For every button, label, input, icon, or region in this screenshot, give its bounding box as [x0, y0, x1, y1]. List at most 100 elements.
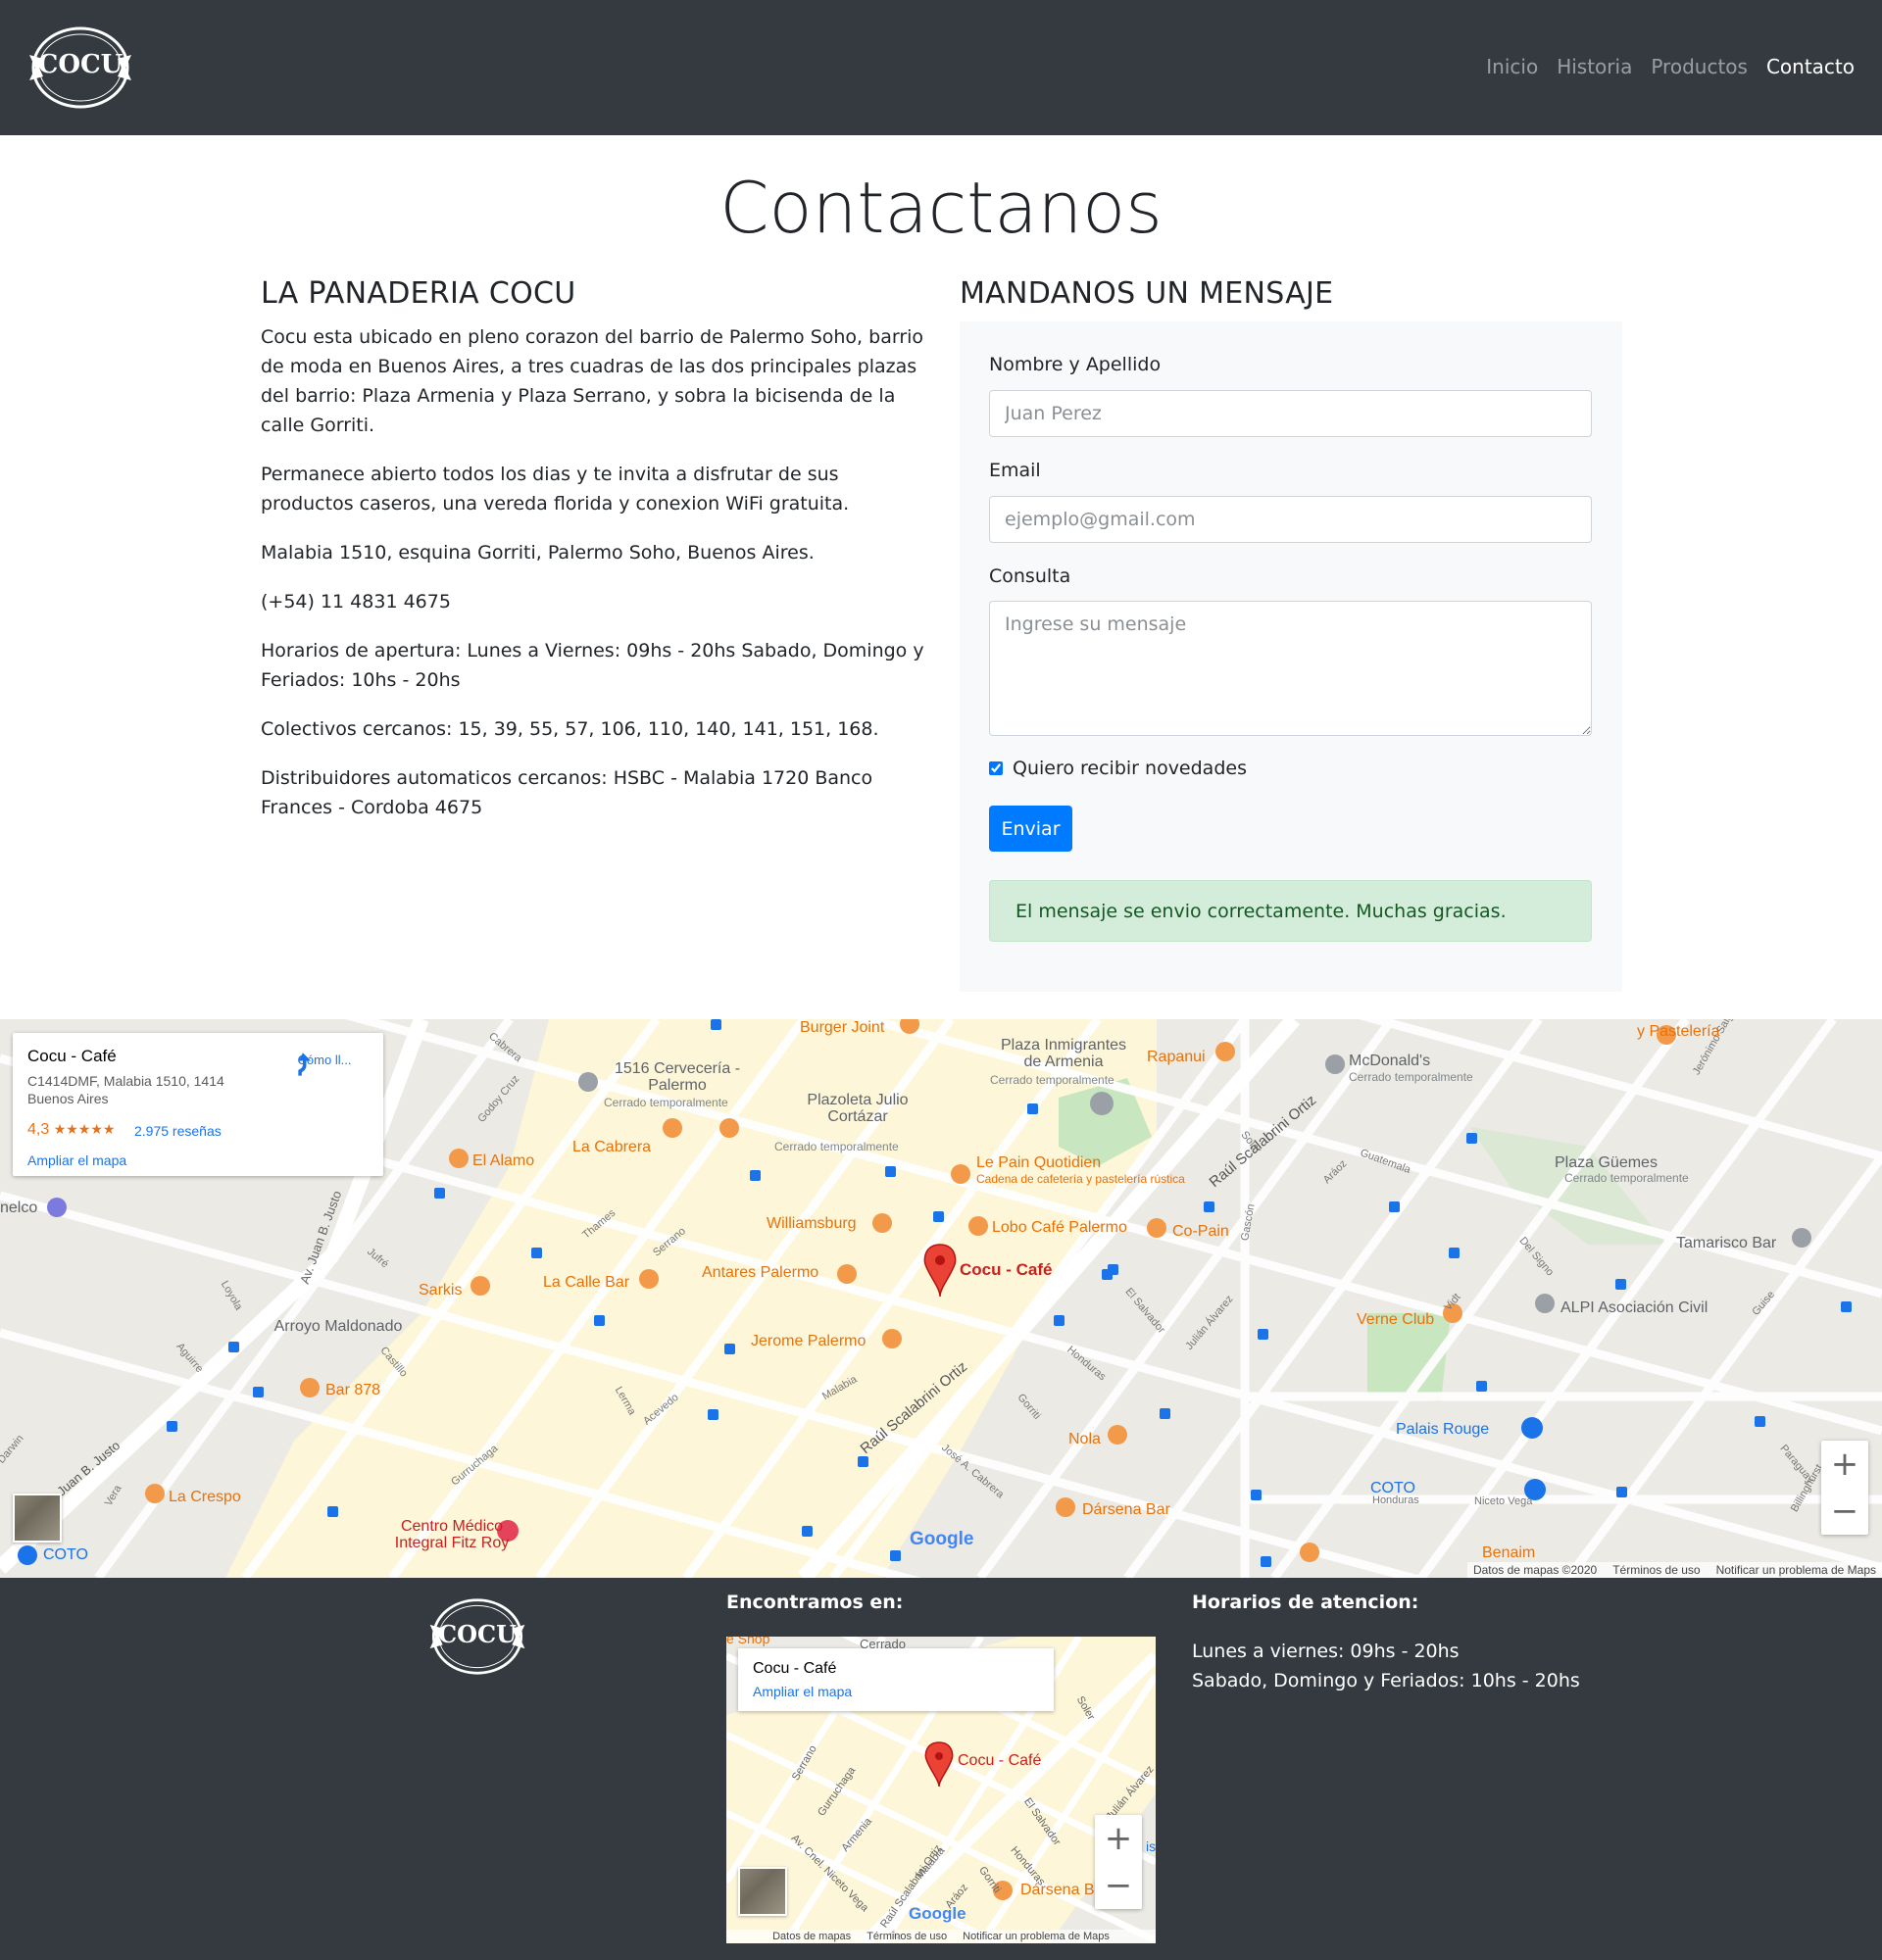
google-logo-text: Google — [910, 1529, 974, 1549]
map-place-label[interactable]: El Alamo — [472, 1152, 534, 1170]
map-expand-link[interactable]: Ampliar el mapa — [27, 1152, 126, 1168]
about-section: LA PANADERIA COCU Cocu esta ubicado en p… — [261, 276, 927, 842]
map-place-label[interactable]: Palais Rouge — [1396, 1421, 1489, 1439]
footer-map-marker-label[interactable]: Cocu - Café — [958, 1752, 1041, 1770]
footer-satellite-toggle[interactable] — [738, 1867, 787, 1916]
footer-map-terms-link[interactable]: Términos de uso — [867, 1931, 947, 1942]
map-place-label[interactable]: Plazoleta Julio Cortázar — [784, 1092, 931, 1125]
map-place-label[interactable]: Rapanui — [1147, 1049, 1206, 1066]
map-place-label[interactable]: COTO — [43, 1546, 88, 1564]
map-place-address: C1414DMF, Malabia 1510, 1414 Buenos Aire… — [27, 1073, 224, 1106]
footer-map-place-label[interactable]: Dársena B — [1020, 1882, 1095, 1899]
navbar: COCU Inicio Historia Productos Contacto — [0, 0, 1882, 135]
map-place-label[interactable]: Arroyo Maldonado — [265, 1318, 412, 1335]
map-place-label[interactable]: Cadena de cafetería y pastelería rústica — [976, 1172, 1185, 1186]
map-place-label[interactable]: La Calle Bar — [543, 1274, 629, 1292]
about-hours: Horarios de apertura: Lunes a Viernes: 0… — [261, 640, 924, 691]
map-place-label[interactable]: Lobo Café Palermo — [992, 1219, 1127, 1237]
map-terms-link[interactable]: Términos de uso — [1612, 1563, 1700, 1577]
footer-hours-weekdays: Lunes a viernes: 09hs - 20hs — [1192, 1641, 1460, 1662]
map-place-label[interactable]: Bar 878 — [325, 1382, 380, 1399]
map-place-label[interactable]: Verne Club — [1357, 1311, 1434, 1329]
map-directions-button[interactable]: Cómo ll... — [289, 1051, 360, 1076]
newsletter-label: Quiero recibir novedades — [1013, 758, 1247, 779]
map-place-label[interactable]: Benaim — [1482, 1544, 1535, 1562]
footer-map-place-label[interactable]: e Shop — [726, 1637, 769, 1646]
map-place-label[interactable]: ALPI Asociación Civil — [1560, 1299, 1708, 1317]
map-street-label: Honduras — [1372, 1494, 1419, 1506]
footer-map-place-label[interactable]: is — [1146, 1838, 1156, 1854]
map-place-label[interactable]: McDonald's — [1349, 1053, 1430, 1070]
map-place-label[interactable]: Centro Médico Integral Fitz Roy — [378, 1518, 525, 1551]
map-place-label[interactable]: 1516 Cervecería - Palermo — [604, 1060, 751, 1094]
footer: COCU Encontramos en: e Shop Cerrado Dársen… — [0, 1578, 1882, 1960]
footer-logo[interactable]: COCU — [425, 1597, 529, 1676]
newsletter-checkbox[interactable] — [989, 761, 1003, 775]
map-footer: Datos de mapas ©2020 Términos de uso Not… — [1466, 1562, 1882, 1578]
footer-hours: Lunes a viernes: 09hs - 20hs Sabado, Dom… — [1192, 1637, 1580, 1695]
map-place-label[interactable]: Sarkis — [419, 1282, 462, 1299]
map-place-label[interactable]: Plaza Güemes — [1555, 1154, 1658, 1172]
map-street-label: Niceto Vega — [1474, 1495, 1533, 1507]
map-marker-label[interactable]: Cocu - Café — [960, 1260, 1052, 1280]
message-label: Consulta — [989, 565, 1071, 587]
footer-logo-text: COCU — [437, 1620, 518, 1648]
map-place-rating: 4,3 ★★★★★ — [27, 1121, 115, 1139]
map-place-label[interactable]: Cerrado temporalmente — [1349, 1070, 1473, 1084]
map-place-label[interactable]: Nola — [1068, 1431, 1101, 1448]
footer-map-footer: Datos de mapas Términos de uso Notificar… — [726, 1930, 1156, 1943]
map-place-label[interactable]: Le Pain Quotidien — [976, 1154, 1101, 1172]
email-input[interactable] — [989, 496, 1592, 543]
map-place-label[interactable]: Tamarisco Bar — [1676, 1235, 1776, 1252]
cocu-logo-text: COCU — [37, 50, 124, 79]
cocu-logo[interactable]: COCU — [25, 25, 135, 110]
map-place-label[interactable]: La Crespo — [169, 1489, 241, 1506]
map-report-link[interactable]: Notificar un problema de Maps — [1716, 1563, 1876, 1577]
footer-map[interactable]: e Shop Cerrado Dársena Bis Soler Serrano Gurr… — [726, 1637, 1156, 1943]
footer-map-report-link[interactable]: Notificar un problema de Maps — [963, 1931, 1110, 1942]
nav-link-historia[interactable]: Historia — [1557, 55, 1632, 78]
map-place-label[interactable]: Plaza Inmigrantes de Armenia — [990, 1037, 1137, 1070]
map-data-credit: Datos de mapas ©2020 — [1472, 1563, 1598, 1577]
message-textarea[interactable] — [989, 601, 1592, 736]
map-rating-value: 4,3 — [27, 1121, 50, 1138]
map-place-label[interactable]: nelco — [0, 1200, 37, 1217]
map-rating-stars: ★★★★★ — [53, 1121, 116, 1137]
map-place-label[interactable]: Cerrado temporalmente — [604, 1096, 728, 1109]
about-intro: Cocu esta ubicado en pleno corazon del b… — [261, 326, 924, 436]
map-place-label[interactable]: La Cabrera — [572, 1139, 651, 1156]
map-place-label[interactable]: Cerrado temporalmente — [774, 1140, 899, 1153]
map-place-label[interactable]: Co-Pain — [1172, 1223, 1229, 1241]
name-input[interactable] — [989, 390, 1592, 437]
embedded-map[interactable]: Burger Joint Plaza Inmigrantes de Armenia… — [0, 1019, 1882, 1578]
map-place-label[interactable]: Williamsburg — [767, 1215, 857, 1233]
map-place-label[interactable]: Cerrado temporalmente — [990, 1073, 1114, 1087]
footer-map-data-credit: Datos de mapas — [772, 1931, 852, 1942]
map-place-label[interactable]: Burger Joint — [800, 1019, 884, 1037]
zoom-out-button[interactable]: − — [1821, 1488, 1868, 1535]
map-reviews-link[interactable]: 2.975 reseñas — [134, 1123, 222, 1139]
map-place-label[interactable]: Cerrado temporalmente — [1564, 1171, 1689, 1185]
directions-icon — [298, 1053, 312, 1076]
footer-google-logo-text: Google — [909, 1904, 966, 1923]
about-phone: (+54) 11 4831 4675 — [261, 591, 451, 612]
nav-link-inicio[interactable]: Inicio — [1486, 55, 1538, 78]
footer-google-logo: Google — [909, 1904, 966, 1924]
zoom-in-button[interactable]: + — [1821, 1441, 1868, 1488]
map-place-label[interactable]: y Pastelería — [1637, 1023, 1719, 1041]
map-place-label[interactable]: Jerome Palermo — [751, 1333, 866, 1350]
map-place-label[interactable]: Antares Palermo — [702, 1264, 818, 1282]
satellite-toggle[interactable] — [13, 1494, 62, 1543]
submit-button[interactable]: Enviar — [989, 806, 1072, 852]
nav-link-productos[interactable]: Productos — [1651, 55, 1748, 78]
map-place-name: Cocu - Café — [27, 1047, 117, 1065]
success-alert: El mensaje se envio correctamente. Mucha… — [989, 880, 1592, 942]
footer-zoom-in-button[interactable]: + — [1095, 1815, 1142, 1862]
nav-link-contacto[interactable]: Contacto — [1766, 55, 1855, 78]
map-place-label[interactable]: Dársena Bar — [1082, 1501, 1170, 1519]
footer-map-expand-link[interactable]: Ampliar el mapa — [753, 1684, 852, 1699]
footer-zoom-out-button[interactable]: − — [1095, 1862, 1142, 1909]
about-open: Permanece abierto todos los dias y te in… — [261, 464, 850, 514]
page-title: Contactanos — [719, 167, 1163, 249]
about-heading: LA PANADERIA COCU — [261, 276, 576, 311]
